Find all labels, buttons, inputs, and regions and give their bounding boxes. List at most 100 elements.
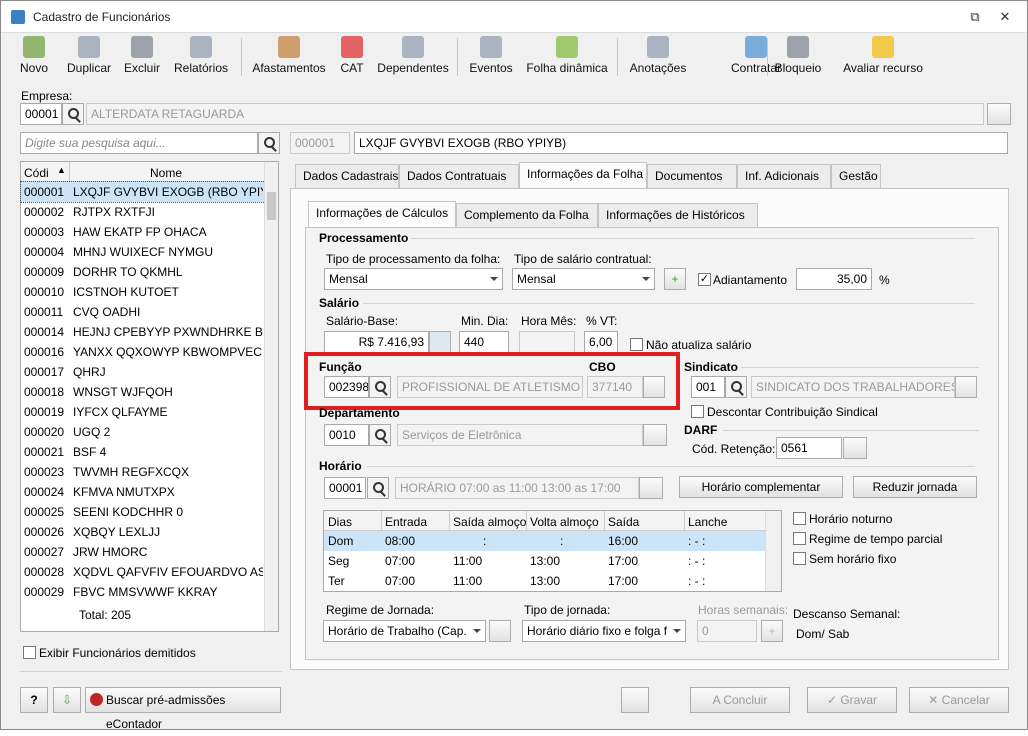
descontar-checkbox[interactable] — [691, 405, 704, 418]
toolbar-excluir-button[interactable]: Excluir — [123, 36, 161, 78]
horario-cell[interactable]: : — [560, 534, 563, 548]
min-dia-input[interactable]: 440 — [459, 331, 509, 353]
table-row[interactable]: 000020 UGQ 2 — [21, 422, 265, 442]
toolbar-afastamentos-button[interactable]: Afastamentos — [251, 36, 327, 78]
regime-clock-icon[interactable] — [489, 620, 511, 642]
header-code[interactable]: Códi — [24, 166, 49, 180]
horario-cell[interactable]: 13:00 — [530, 554, 560, 568]
horario-cell[interactable]: : - : — [688, 534, 705, 548]
departamento-lookup-icon[interactable] — [643, 424, 667, 446]
departamento-code-input[interactable]: 0010 — [324, 424, 369, 446]
add-icon[interactable]: + — [664, 268, 686, 290]
toolbar-duplicar-button[interactable]: Duplicar — [65, 36, 113, 78]
empresa-code-input[interactable]: 00001 — [20, 103, 62, 125]
empresa-list-button[interactable] — [987, 103, 1011, 125]
regime-select[interactable]: Horário de Trabalho (Cap. — [323, 620, 486, 642]
tab-inf-adicionais[interactable]: Inf. Adicionais — [737, 164, 831, 188]
table-row[interactable]: 000016 YANXX QQXOWYP KBWOMPVEC A — [21, 342, 265, 362]
subtab-2[interactable]: Complemento da Folha — [456, 203, 598, 227]
search-icon[interactable] — [62, 103, 84, 125]
horario-cell[interactable]: 07:00 — [385, 554, 415, 568]
table-row[interactable]: 000027 JRW HMORC — [21, 542, 265, 562]
search-icon[interactable] — [258, 132, 280, 154]
horario-cell[interactable]: 11:00 — [453, 574, 482, 588]
table-row[interactable]: 000019 IYFCX QLFAYME — [21, 402, 265, 422]
help-button[interactable]: ? — [20, 687, 48, 713]
sindicato-code-input[interactable]: 001 — [691, 376, 725, 398]
table-row[interactable]: 000017 QHRJ — [21, 362, 265, 382]
tab-documentos[interactable]: Documentos — [647, 164, 737, 188]
darf-list-icon[interactable] — [843, 437, 867, 459]
show-dismissed-checkbox[interactable] — [23, 646, 36, 659]
tipo-jornada-select[interactable]: Horário diário fixo e folga f — [522, 620, 686, 642]
sindicato-lookup-icon[interactable] — [955, 376, 977, 398]
search-icon[interactable] — [725, 376, 747, 398]
header-name[interactable]: Nome — [150, 166, 182, 180]
horario-cell[interactable]: 11:00 — [453, 554, 482, 568]
horario-cell[interactable]: 07:00 — [385, 574, 415, 588]
horario-cell[interactable]: Dom — [328, 534, 353, 548]
tab-dados-contratuais[interactable]: Dados Contratuais — [399, 164, 519, 188]
table-row[interactable]: 000009 DORHR TO QKMHL — [21, 262, 265, 282]
toolbar-anotações-button[interactable]: Anotações — [629, 36, 687, 78]
table-row[interactable]: 000029 FBVC MMSVWWF KKRAY — [21, 582, 265, 602]
horario-complementar-button[interactable]: Horário complementar — [679, 476, 843, 498]
horario-cell[interactable]: 08:00 — [385, 534, 415, 548]
horario-cell[interactable]: 17:00 — [608, 574, 638, 588]
horario-cell[interactable]: Seg — [328, 554, 349, 568]
table-row[interactable]: 000021 BSF 4 — [21, 442, 265, 462]
horario-scrollbar[interactable] — [765, 511, 781, 591]
horario-cell[interactable]: Ter — [328, 574, 345, 588]
tab-informa-es-da-folha[interactable]: Informações da Folha — [519, 162, 647, 188]
adiantamento-input[interactable]: 35,00 — [796, 268, 872, 290]
table-row[interactable]: 000028 XQDVL QAFVFIV EFOUARDVO AST U — [21, 562, 265, 582]
table-row[interactable]: 000011 CVQ OADHI — [21, 302, 265, 322]
toolbar-cat-button[interactable]: CAT — [339, 36, 365, 78]
list-scrollbar[interactable] — [264, 162, 278, 631]
horario-cell[interactable]: : - : — [688, 554, 705, 568]
table-row[interactable]: 000001 LXQJF GVYBVI EXOGB (RBO YPIYB) — [20, 181, 266, 203]
parcial-checkbox[interactable] — [793, 532, 806, 545]
horario-cell[interactable]: 16:00 — [608, 534, 638, 548]
close-icon[interactable]: ✕ — [991, 5, 1019, 29]
toolbar-folha-dinâmica-button[interactable]: Folha dinâmica — [525, 36, 609, 78]
tab-dados-cadastrais[interactable]: Dados Cadastrais — [295, 164, 399, 188]
noturno-checkbox[interactable] — [793, 512, 806, 525]
subtab-1[interactable]: Informações de Cálculos — [308, 201, 456, 227]
table-row[interactable]: 000024 KFMVA NMUTXPX — [21, 482, 265, 502]
toolbar-dependentes-button[interactable]: Dependentes — [377, 36, 449, 78]
table-row[interactable]: 000003 HAW EKATP FP OHACA — [21, 222, 265, 242]
horario-cell[interactable]: : - : — [688, 574, 705, 588]
table-row[interactable]: Dom 08:00:: 16:00 : - : — [324, 531, 765, 551]
horario-cell[interactable]: : — [483, 534, 486, 548]
table-row[interactable]: 000018 WNSGT WJFQOH — [21, 382, 265, 402]
toolbar-novo-button[interactable]: Novo — [19, 36, 49, 78]
cancelar-button[interactable]: ✕ Cancelar — [909, 687, 1009, 713]
table-row[interactable]: 000023 TWVMH REGFXCQX — [21, 462, 265, 482]
table-row[interactable]: 000004 MHNJ WUIXECF NYMGU — [21, 242, 265, 262]
tipo-proc-select[interactable]: Mensal — [324, 268, 503, 290]
vt-input[interactable]: 6,00 — [584, 331, 618, 353]
toolbar-eventos-button[interactable]: Eventos — [469, 36, 513, 78]
table-row[interactable]: 000002 RJTPX RXTFJI — [21, 202, 265, 222]
table-row[interactable]: Ter 07:00 11:00 13:00 17:00: - : — [324, 571, 765, 591]
salario-base-input[interactable]: R$ 7.416,93 — [324, 331, 429, 353]
search-input[interactable]: Digite sua pesquisa aqui... — [20, 132, 258, 154]
darf-input[interactable]: 0561 — [776, 437, 842, 459]
table-row[interactable]: 000026 XQBQY LEXLJJ — [21, 522, 265, 542]
reduzir-jornada-button[interactable]: Reduzir jornada — [853, 476, 977, 498]
adiantamento-checkbox[interactable]: ✓ — [698, 273, 711, 286]
horario-clock-icon[interactable] — [639, 477, 663, 499]
table-row[interactable]: Seg 07:00 11:00 13:00 17:00: - : — [324, 551, 765, 571]
table-row[interactable]: 000014 HEJNJ CPEBYYP PXWNDHRKE BTB J — [21, 322, 265, 342]
export-icon[interactable]: ⇩ — [53, 687, 81, 713]
toolbar-avaliar-recurso-button[interactable]: Avaliar recurso — [843, 36, 923, 78]
nao-atualiza-checkbox[interactable] — [630, 338, 643, 351]
toolbar-relatórios-button[interactable]: Relatórios — [173, 36, 229, 78]
search-icon[interactable] — [367, 477, 389, 499]
sem-fixo-checkbox[interactable] — [793, 552, 806, 565]
table-row[interactable]: 000010 ICSTNOH KUTOET — [21, 282, 265, 302]
tipo-sal-select[interactable]: Mensal — [512, 268, 655, 290]
subtab-3[interactable]: Informações de Históricos — [598, 203, 758, 227]
search-icon[interactable] — [369, 424, 391, 446]
